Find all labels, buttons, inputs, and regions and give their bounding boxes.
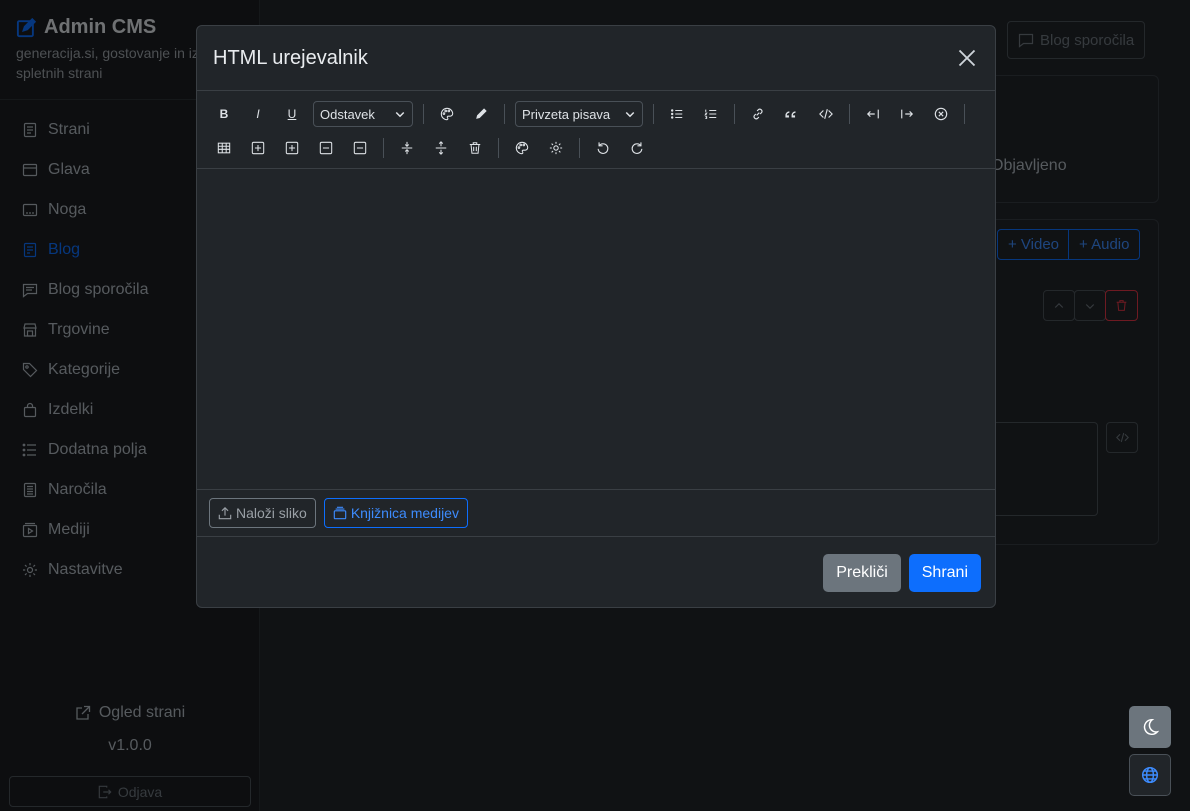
cancel-button[interactable]: Prekliči <box>823 554 901 592</box>
blockquote-button[interactable] <box>775 100 809 128</box>
remove-row-button[interactable] <box>309 134 343 162</box>
undo-button[interactable] <box>586 134 620 162</box>
moon-icon <box>1143 718 1159 736</box>
outdent-button[interactable] <box>856 100 890 128</box>
modal-header: HTML urejevalnik <box>197 26 995 90</box>
html-editor-modal: HTML urejevalnik B I U Odstavek Privzeta… <box>196 25 996 608</box>
globe-icon <box>1141 766 1159 784</box>
modal-footer: Prekliči Shrani <box>197 537 995 607</box>
gear-icon <box>549 141 563 155</box>
text-color-button[interactable] <box>430 100 464 128</box>
bold-button[interactable]: B <box>207 100 241 128</box>
link-button[interactable] <box>741 100 775 128</box>
pencil-icon <box>476 108 487 119</box>
delete-table-button[interactable] <box>458 134 492 162</box>
indent-button[interactable] <box>890 100 924 128</box>
font-select-value: Privzeta pisava <box>522 106 611 122</box>
upload-image-label: Naloži sliko <box>236 505 307 521</box>
code-view-button[interactable] <box>809 100 843 128</box>
add-row-button[interactable] <box>241 134 275 162</box>
table-icon <box>217 142 231 154</box>
toolbar-divider <box>423 104 424 124</box>
palette-icon <box>515 141 529 155</box>
cell-color-button[interactable] <box>505 134 539 162</box>
editor-toolbar: B I U Odstavek Privzeta pisava <box>197 90 995 169</box>
link-icon <box>753 108 763 120</box>
toolbar-divider <box>964 104 965 124</box>
toolbar-divider <box>734 104 735 124</box>
paragraph-select[interactable]: Odstavek <box>313 101 413 127</box>
upload-icon <box>218 506 232 520</box>
clear-format-button[interactable] <box>924 100 958 128</box>
save-button[interactable]: Shrani <box>908 554 981 592</box>
italic-label: I <box>256 107 260 121</box>
remove-column-button[interactable] <box>343 134 377 162</box>
expand-vertical-icon <box>435 141 447 155</box>
undo-icon <box>597 142 609 154</box>
redo-icon <box>631 142 643 154</box>
toolbar-divider <box>383 138 384 158</box>
toolbar-divider <box>849 104 850 124</box>
indent-icon <box>901 109 914 119</box>
trash-icon <box>469 142 481 154</box>
close-icon <box>958 49 976 67</box>
upload-image-button[interactable]: Naloži sliko <box>209 498 316 528</box>
italic-button[interactable]: I <box>241 100 275 128</box>
toolbar-divider <box>498 138 499 158</box>
close-button[interactable] <box>955 46 979 70</box>
underline-button[interactable]: U <box>275 100 309 128</box>
split-cells-button[interactable] <box>424 134 458 162</box>
media-library-button[interactable]: Knjižnica medijev <box>323 498 468 528</box>
bullet-list-icon <box>670 109 683 119</box>
media-library-label: Knjižnica medijev <box>350 505 459 521</box>
minus-square-icon <box>319 141 333 155</box>
plus-square-icon <box>251 141 265 155</box>
toolbar-divider <box>653 104 654 124</box>
merge-cells-button[interactable] <box>390 134 424 162</box>
media-bar: Naloži sliko Knjižnica medijev <box>197 489 995 537</box>
code-icon <box>819 109 833 119</box>
toolbar-row-2 <box>207 131 987 165</box>
underline-label: U <box>287 107 297 121</box>
toolbar-row-1: B I U Odstavek Privzeta pisava <box>207 97 987 131</box>
language-button[interactable] <box>1129 754 1171 796</box>
modal-title: HTML urejevalnik <box>213 46 368 69</box>
quote-icon <box>785 111 796 118</box>
toolbar-divider <box>504 104 505 124</box>
theme-toggle-button[interactable] <box>1129 706 1171 748</box>
bullet-list-button[interactable] <box>660 100 694 128</box>
bold-label: B <box>219 107 229 121</box>
redo-button[interactable] <box>620 134 654 162</box>
toolbar-divider <box>579 138 580 158</box>
palette-icon <box>440 107 454 121</box>
collapse-vertical-icon <box>401 141 413 155</box>
minus-square-icon <box>353 141 367 155</box>
numbered-list-icon <box>704 109 717 119</box>
clear-icon <box>934 107 948 121</box>
chevron-down-icon <box>395 111 405 118</box>
paragraph-select-value: Odstavek <box>320 106 375 122</box>
table-settings-button[interactable] <box>539 134 573 162</box>
outdent-icon <box>866 109 879 119</box>
collection-icon <box>333 506 347 520</box>
editor-content-area[interactable] <box>197 169 995 489</box>
add-column-button[interactable] <box>275 134 309 162</box>
insert-table-button[interactable] <box>207 134 241 162</box>
chevron-down-icon <box>625 111 635 118</box>
highlight-button[interactable] <box>464 100 498 128</box>
font-select[interactable]: Privzeta pisava <box>515 101 643 127</box>
numbered-list-button[interactable] <box>694 100 728 128</box>
plus-square-icon <box>285 141 299 155</box>
